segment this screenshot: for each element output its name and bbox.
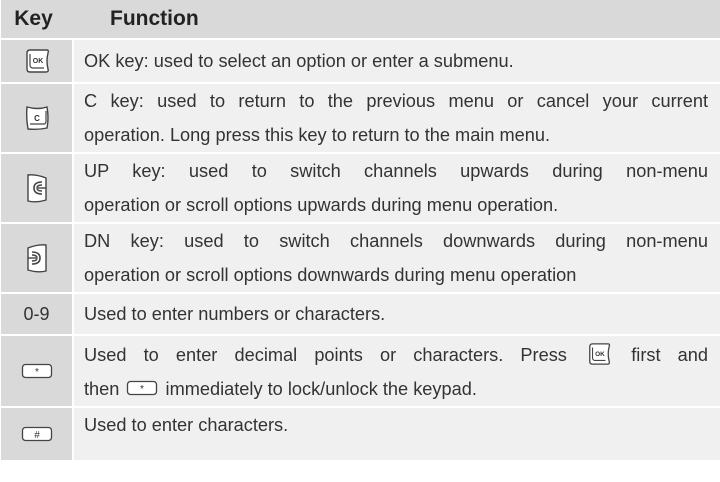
svg-text:*: * (35, 367, 39, 378)
header-key-cell: Key (1, 0, 72, 38)
star-key-icon: * (127, 381, 158, 396)
up-key-function: UP key: used to switch channels upwards … (74, 154, 720, 222)
table-row-ok: OK OK key: used to select an option or e… (1, 40, 720, 84)
header-function-cell: Function (74, 0, 720, 38)
table-row-c: C C key: used to return to the previous … (1, 84, 720, 154)
down-key-icon (26, 244, 47, 273)
star-key-cell: * (1, 336, 72, 406)
c-key-function: C key: used to return to the previous me… (74, 84, 720, 152)
svg-text:*: * (141, 384, 145, 395)
header-function: Function (110, 7, 199, 30)
svg-text:#: # (34, 430, 40, 441)
table-header: Key Function (1, 0, 720, 40)
key-function-table: Key Function OK OK key: used to select a… (1, 0, 720, 460)
hash-key-cell: # (1, 408, 72, 460)
table-row-star: * Used to enter decimal points or charac… (1, 336, 720, 408)
up-key-icon (26, 174, 47, 203)
hash-key-function: Used to enter characters. (74, 408, 720, 460)
svg-text:C: C (34, 114, 40, 123)
up-key-cell (1, 154, 72, 222)
number-key-function: Used to enter numbers or characters. (74, 294, 720, 334)
svg-text:OK: OK (32, 58, 43, 65)
ok-key-cell: OK (1, 40, 72, 82)
table-row-dn: DN key: used to switch channels downward… (1, 224, 720, 294)
table-row-up: UP key: used to switch channels upwards … (1, 154, 720, 224)
number-key-cell: 0-9 (1, 294, 72, 334)
table-row-hash: # Used to enter characters. (1, 408, 720, 460)
table-row-0-9: 0-9 Used to enter numbers or characters. (1, 294, 720, 336)
star-key-icon: * (21, 363, 52, 379)
number-keys-label: 0-9 (23, 303, 50, 324)
down-key-function: DN key: used to switch channels downward… (74, 224, 720, 292)
c-key-icon: C (25, 106, 49, 131)
down-key-cell (1, 224, 72, 292)
ok-key-icon: OK (589, 343, 611, 365)
ok-key-function: OK key: used to select an option or ente… (74, 40, 720, 82)
hash-key-icon: # (21, 426, 52, 442)
ok-key-icon: OK (25, 49, 49, 73)
header-key: Key (14, 7, 53, 30)
svg-text:OK: OK (595, 351, 605, 358)
star-key-function: Used to enter decimal points or characte… (74, 336, 720, 406)
c-key-cell: C (1, 84, 72, 152)
